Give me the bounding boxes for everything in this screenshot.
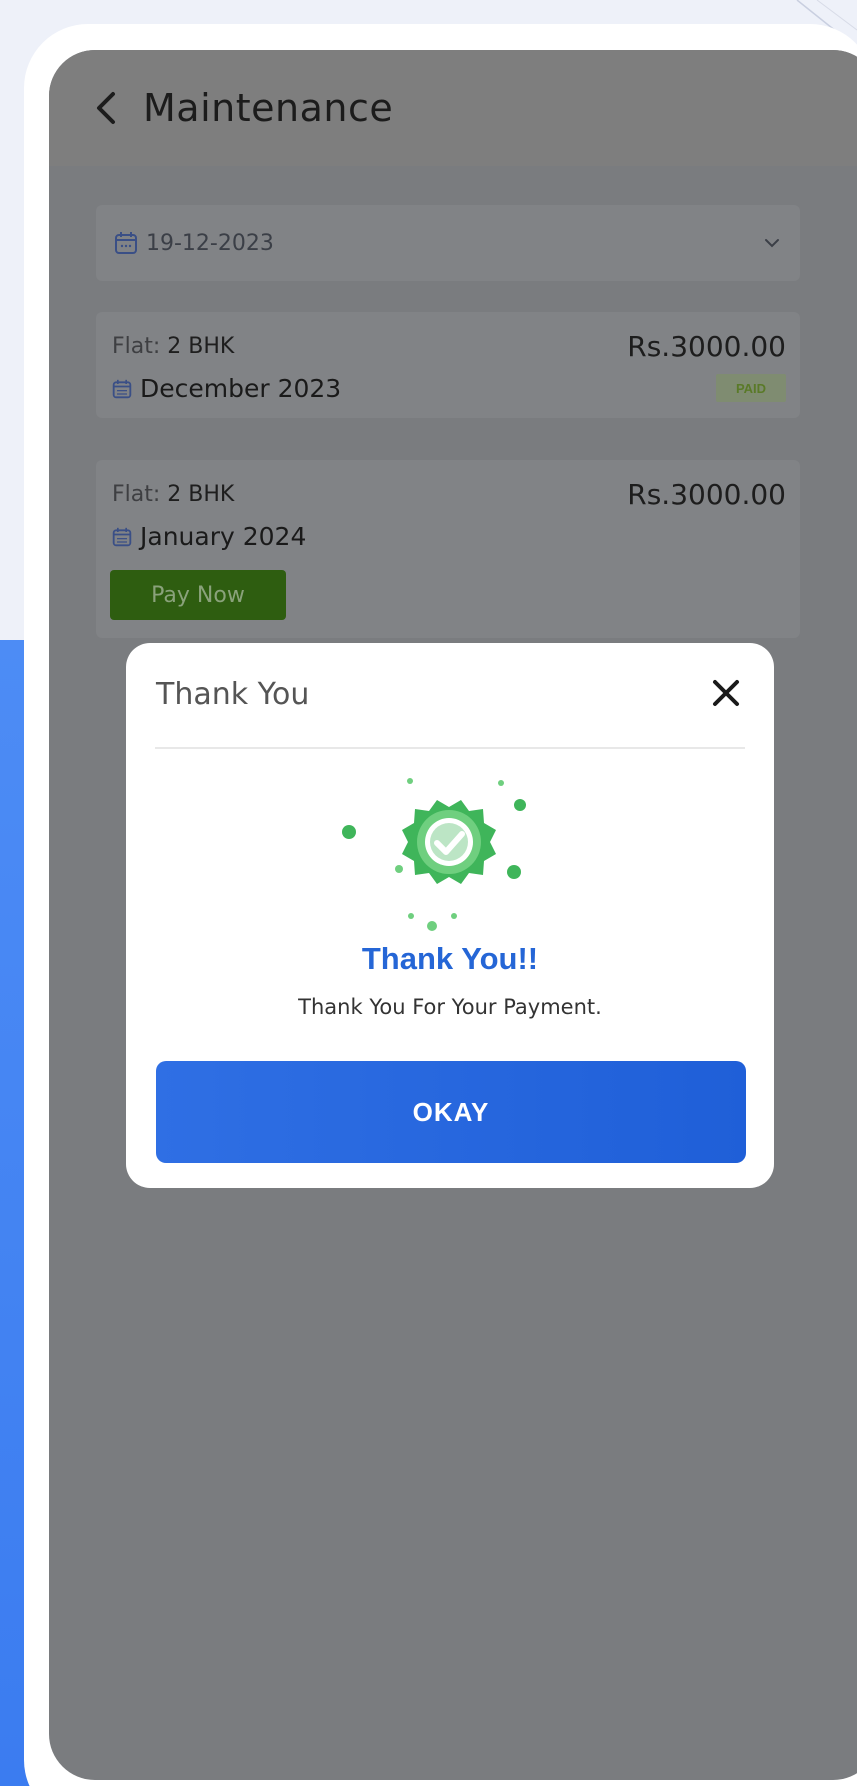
success-heading: Thank You!!: [361, 941, 539, 976]
verified-badge-icon: [342, 778, 526, 931]
back-button[interactable]: [77, 78, 137, 138]
flat-type: Flat: 2 BHK: [112, 334, 235, 359]
success-message: Thank You For Your Payment.: [298, 995, 602, 1019]
calendar-icon: [112, 379, 132, 398]
bill-amount: Rs.3000.00: [627, 478, 786, 511]
okay-button[interactable]: OKAY: [156, 1061, 746, 1163]
date-filter-dropdown[interactable]: 19-12-2023: [96, 205, 800, 281]
pay-now-button[interactable]: Pay Now: [110, 570, 286, 620]
page-title: Maintenance: [143, 86, 394, 130]
calendar-icon: [115, 232, 137, 254]
status-badge: PAID: [716, 374, 786, 402]
close-icon: [713, 680, 739, 706]
calendar-icon: [112, 527, 132, 546]
chevron-left-icon: [97, 92, 115, 124]
close-button[interactable]: [706, 673, 746, 713]
dialog-title: Thank You: [156, 677, 310, 712]
bill-card-december: Flat: 2 BHK Rs.3000.00 December 2023 PAI…: [96, 312, 800, 418]
thank-you-dialog: Thank You Thank You!! Thank You For Your…: [126, 643, 774, 1188]
dialog-divider: [155, 747, 745, 749]
bill-card-january: Flat: 2 BHK Rs.3000.00 January 2024 Pay …: [96, 460, 800, 638]
app-bar: Maintenance: [49, 50, 857, 166]
chevron-down-icon: [765, 239, 779, 248]
bill-month: December 2023: [112, 374, 341, 403]
selected-date: 19-12-2023: [146, 230, 274, 256]
bill-amount: Rs.3000.00: [627, 330, 786, 363]
flat-type: Flat: 2 BHK: [112, 482, 235, 507]
bill-month: January 2024: [112, 522, 306, 551]
